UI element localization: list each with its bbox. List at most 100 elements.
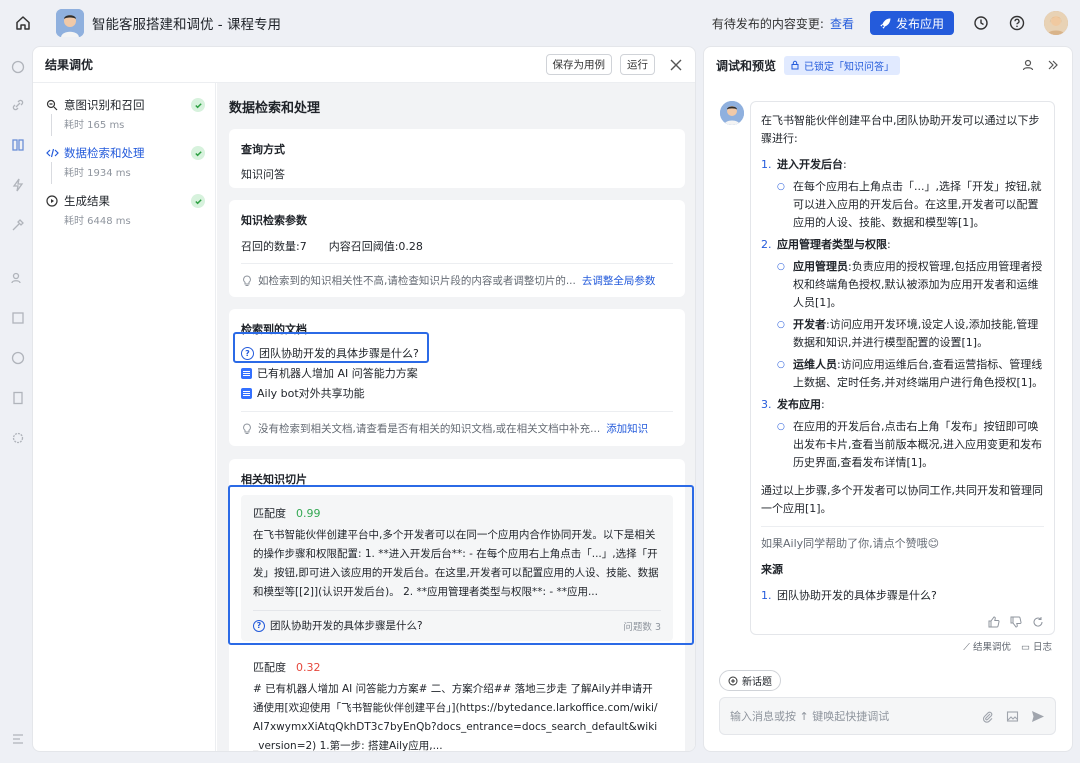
attachment-icon[interactable] (981, 710, 994, 723)
steps-list: 意图识别和召回 耗时 165 ms 数据检索和处理 耗时 1934 ms 生成结… (33, 83, 216, 751)
play-icon (45, 194, 59, 208)
log-link[interactable]: ▭ 日志 (1021, 639, 1052, 653)
step-label: 数据检索和处理 (64, 146, 145, 160)
retrieval-params-card: 知识检索参数 召回的数量:7 内容召回阈值:0.28 如检索到的知识相关性不高,… (229, 200, 685, 297)
step-connector (51, 162, 52, 184)
plus-circle-icon (728, 676, 738, 685)
fragment-item[interactable]: 匹配度 0.32 # 已有机器人增加 AI 问答能力方案# 二、方案介绍## 落地… (241, 649, 673, 752)
message-actions: ⟋ 结果调优 ▭ 日志 (963, 639, 1052, 653)
answer-step: 3. 发布应用: (761, 398, 825, 411)
flash-icon[interactable] (11, 178, 25, 192)
chat-icon[interactable] (11, 60, 25, 74)
view-changes-link[interactable]: 查看 (830, 15, 854, 32)
new-topic-button[interactable]: 新话题 (719, 670, 781, 691)
knowledge-icon[interactable] (11, 138, 25, 152)
doc-icon[interactable] (11, 391, 25, 405)
run-button[interactable]: 运行 (620, 54, 655, 75)
answer-step: 2. 应用管理者类型与权限: (761, 238, 891, 251)
answer-summary: 通过以上步骤,多个开发者可以协同工作,共同开发和管理同一个应用[1]。 (761, 484, 1043, 515)
step-data-retrieval[interactable]: 数据检索和处理 耗时 1934 ms (45, 145, 205, 184)
query-mode-card: 查询方式 知识问答 (229, 129, 685, 188)
history-icon[interactable] (972, 14, 990, 32)
clock-icon[interactable] (11, 351, 25, 365)
retrieval-detail: 数据检索和处理 查询方式 知识问答 知识检索参数 召回的数量:7 内容召回阈值:… (217, 83, 695, 752)
image-icon[interactable] (1006, 710, 1019, 723)
left-rail (0, 46, 32, 763)
thumbs-up-icon[interactable] (988, 616, 1000, 628)
app-avatar (56, 9, 84, 37)
params-hint-text: 如检索到的知识相关性不高,请检查知识片段的内容或者调整切片的... (258, 275, 576, 287)
refresh-icon[interactable] (1032, 616, 1044, 628)
score-value: 0.32 (296, 661, 321, 674)
doc-icon (241, 367, 252, 379)
debug-preview-panel: 调试和预览 已锁定「知识问答」 在飞书智能伙伴创建平台中,团队协助开发可以通过以… (703, 46, 1073, 752)
double-chevron-icon[interactable] (1046, 58, 1060, 72)
params-hint: 如检索到的知识相关性不高,请检查知识片段的内容或者调整切片的... 去调整全局参… (241, 273, 673, 288)
like-prompt: 如果Aily同学帮助了你,请点个赞哦😊 (761, 537, 940, 550)
answer-bullet: ○ 在应用的开发后台,点击右上角「发布」按钮即可唤出发布卡片,查看当前版本概况,进… (777, 420, 1042, 469)
publish-button-label: 发布应用 (895, 16, 944, 31)
send-icon[interactable] (1031, 710, 1045, 723)
step-generate-result[interactable]: 生成结果 耗时 6448 ms (45, 193, 205, 227)
people-settings-icon[interactable] (1022, 58, 1036, 72)
bot-message: 在飞书智能伙伴创建平台中,团队协助开发可以通过以下步骤进行: 1. 进入开发后台… (750, 101, 1055, 635)
section-title: 数据检索和处理 (229, 101, 321, 116)
query-mode-title: 查询方式 (241, 143, 285, 156)
result-tune-link[interactable]: ⟋ 结果调优 (963, 639, 1011, 653)
adjust-params-link[interactable]: 去调整全局参数 (582, 273, 656, 288)
answer-bullet: ○ 应用管理员:负责应用的授权管理,包括应用管理者授权和终端角色授权,默认被添加为… (777, 260, 1043, 309)
save-as-case-button[interactable]: 保存为用例 (545, 54, 612, 75)
highlight-box (233, 332, 429, 363)
doc-item[interactable]: Aily bot对外共享功能 (241, 383, 673, 403)
help-icon[interactable] (1008, 14, 1026, 32)
doc-icon (241, 387, 252, 399)
link-icon[interactable] (11, 98, 25, 112)
check-icon (191, 98, 205, 112)
step-duration: 耗时 165 ms (64, 120, 125, 131)
recall-count: 召回的数量:7 (241, 240, 307, 253)
query-mode-value: 知识问答 (241, 168, 285, 181)
source-item[interactable]: 1. 团队协助开发的具体步骤是什么? (761, 587, 1044, 605)
close-icon[interactable] (669, 58, 683, 72)
settings-icon[interactable] (11, 431, 25, 445)
thumbs-down-icon[interactable] (1010, 616, 1022, 628)
recall-threshold: 内容召回阈值:0.28 (328, 240, 423, 253)
code-icon (45, 146, 59, 160)
check-icon (191, 146, 205, 160)
rocket-icon (880, 18, 891, 29)
pending-changes-text: 有待发布的内容变更: (711, 16, 824, 31)
fragment-text: # 已有机器人增加 AI 问答能力方案# 二、方案介绍## 落地三步走 了解Ai… (253, 683, 658, 752)
retrieved-docs-card: 检索到的文档 ? 团队协助开发的具体步骤是什么? 已有机器人增加 AI 问答能力方… (229, 309, 685, 446)
answer-step: 1. 进入开发后台: (761, 158, 847, 171)
feedback-bar (988, 616, 1044, 628)
preview-header: 调试和预览 已锁定「知识问答」 (704, 47, 1072, 83)
params-title: 知识检索参数 (241, 214, 307, 227)
result-tuning-panel: 结果调优 保存为用例 运行 意图识别和召回 耗时 165 ms 数据检索和处理 (32, 46, 696, 752)
step-connector (51, 114, 52, 136)
source-title: 来源 (761, 563, 783, 576)
doc-item[interactable]: 已有机器人增加 AI 问答能力方案 (241, 363, 673, 383)
answer-bullet: ○ 运维人员:访问应用运维后台,查看运营指标、管理线上数据、定时任务,并对终端用户… (777, 358, 1044, 389)
users-icon[interactable] (11, 271, 25, 285)
home-icon[interactable] (12, 12, 34, 34)
publish-button[interactable]: 发布应用 (869, 11, 954, 35)
preview-title: 调试和预览 (716, 58, 777, 73)
tool-icon[interactable] (11, 218, 25, 232)
check-icon (191, 194, 205, 208)
user-avatar[interactable] (1044, 11, 1068, 35)
app-title: 智能客服搭建和调优 - 课程专用 (92, 17, 281, 33)
step-duration: 耗时 6448 ms (64, 216, 131, 227)
score-label: 匹配度 (253, 661, 286, 674)
docs-hint-text: 没有检索到相关文档,请查看是否有相关的知识文档,或在相关文档中补充... (258, 423, 601, 435)
step-intent-recall[interactable]: 意图识别和召回 耗时 165 ms (45, 97, 205, 136)
collapse-icon[interactable] (11, 732, 25, 746)
chart-icon[interactable] (11, 311, 25, 325)
add-knowledge-link[interactable]: 添加知识 (606, 421, 648, 436)
answer-bullet: ○ 在每个应用右上角点击「...」,选择「开发」按钮,就可以进入应用的开发后台。在… (777, 180, 1042, 229)
top-bar: 智能客服搭建和调优 - 课程专用 有待发布的内容变更: 查看 发布应用 (0, 0, 1080, 46)
step-label: 意图识别和召回 (64, 98, 145, 112)
panel-title: 结果调优 (45, 58, 94, 72)
message-input[interactable]: 输入消息或按 ↑ 键唤起快捷调试 (719, 697, 1056, 735)
bot-avatar (720, 101, 744, 125)
panel-header: 结果调优 保存为用例 运行 (33, 47, 695, 83)
